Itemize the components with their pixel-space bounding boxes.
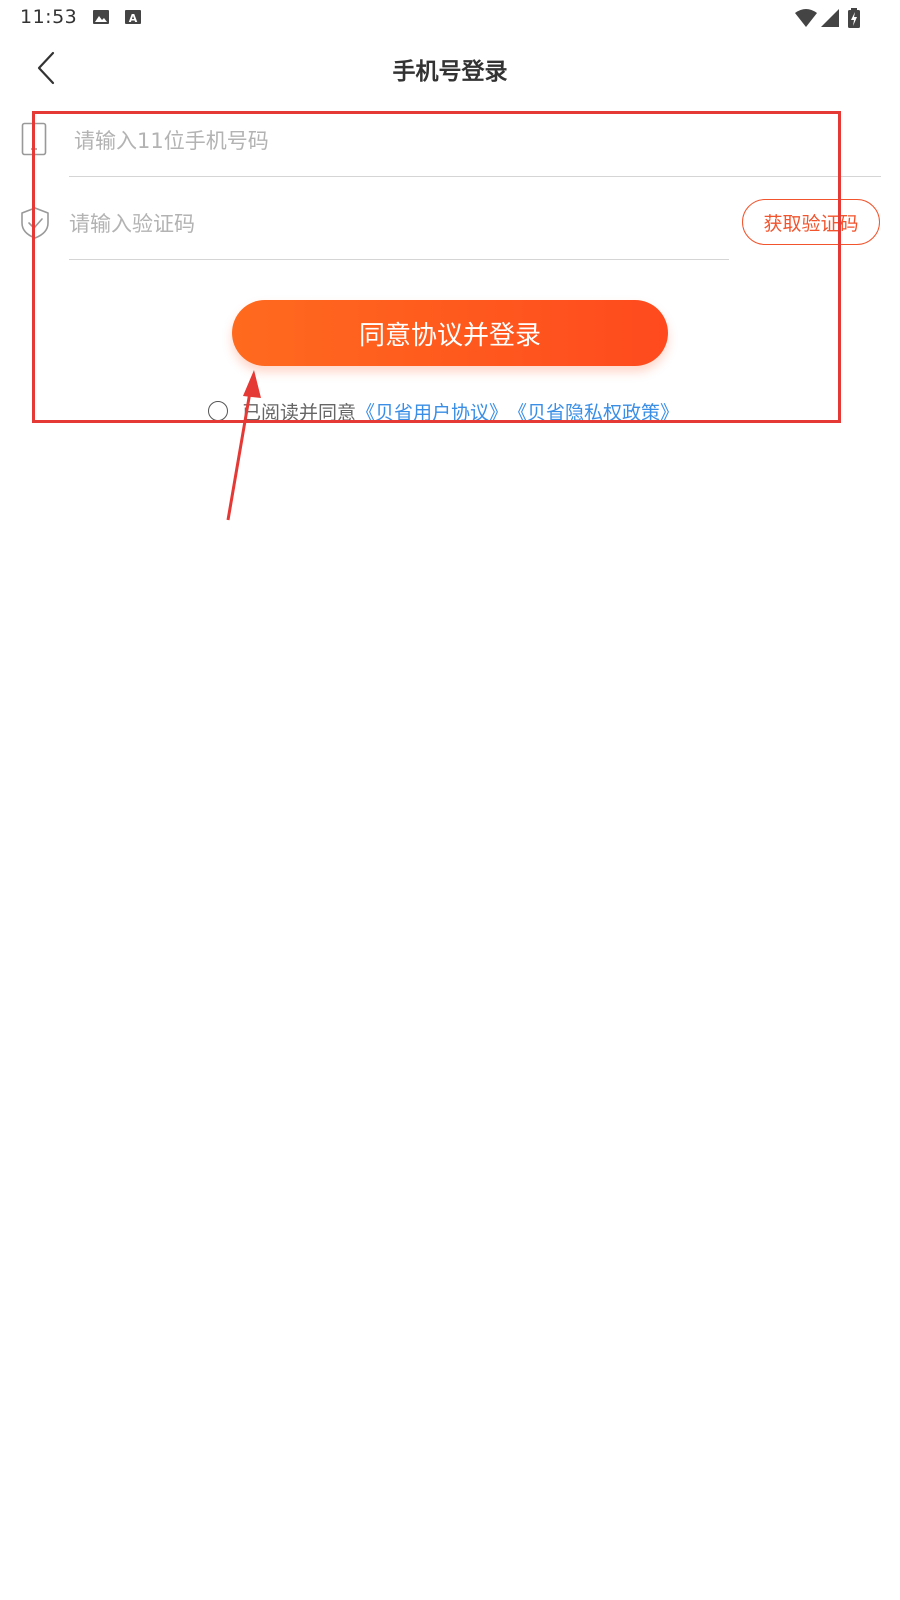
get-code-button[interactable]: 获取验证码 [742,199,880,245]
privacy-policy-link[interactable]: 《贝省隐私权政策》 [508,398,679,425]
shield-check-icon [19,206,51,244]
status-time: 11:53 [20,6,78,28]
login-button[interactable]: 同意协议并登录 [232,300,668,366]
signal-icon [820,8,840,32]
code-input[interactable] [69,207,709,241]
agreement-checkbox[interactable] [208,401,228,421]
agreement-row: 已阅读并同意 《贝省用户协议》 《贝省隐私权政策》 [208,398,679,424]
header: 手机号登录 [0,36,900,100]
image-icon [92,8,110,30]
agreement-prefix: 已阅读并同意 [242,401,357,424]
user-agreement-link[interactable]: 《贝省用户协议》 [356,398,508,425]
page-title: 手机号登录 [392,59,508,85]
phone-input[interactable] [74,124,854,158]
status-bar: 11:53 A [0,0,900,36]
code-underline [69,259,729,260]
battery-charging-icon [848,8,860,32]
wifi-icon [794,8,818,32]
phone-underline [69,176,881,177]
phone-icon [21,122,47,160]
svg-text:A: A [129,12,138,25]
a-notification-icon: A [124,8,142,30]
